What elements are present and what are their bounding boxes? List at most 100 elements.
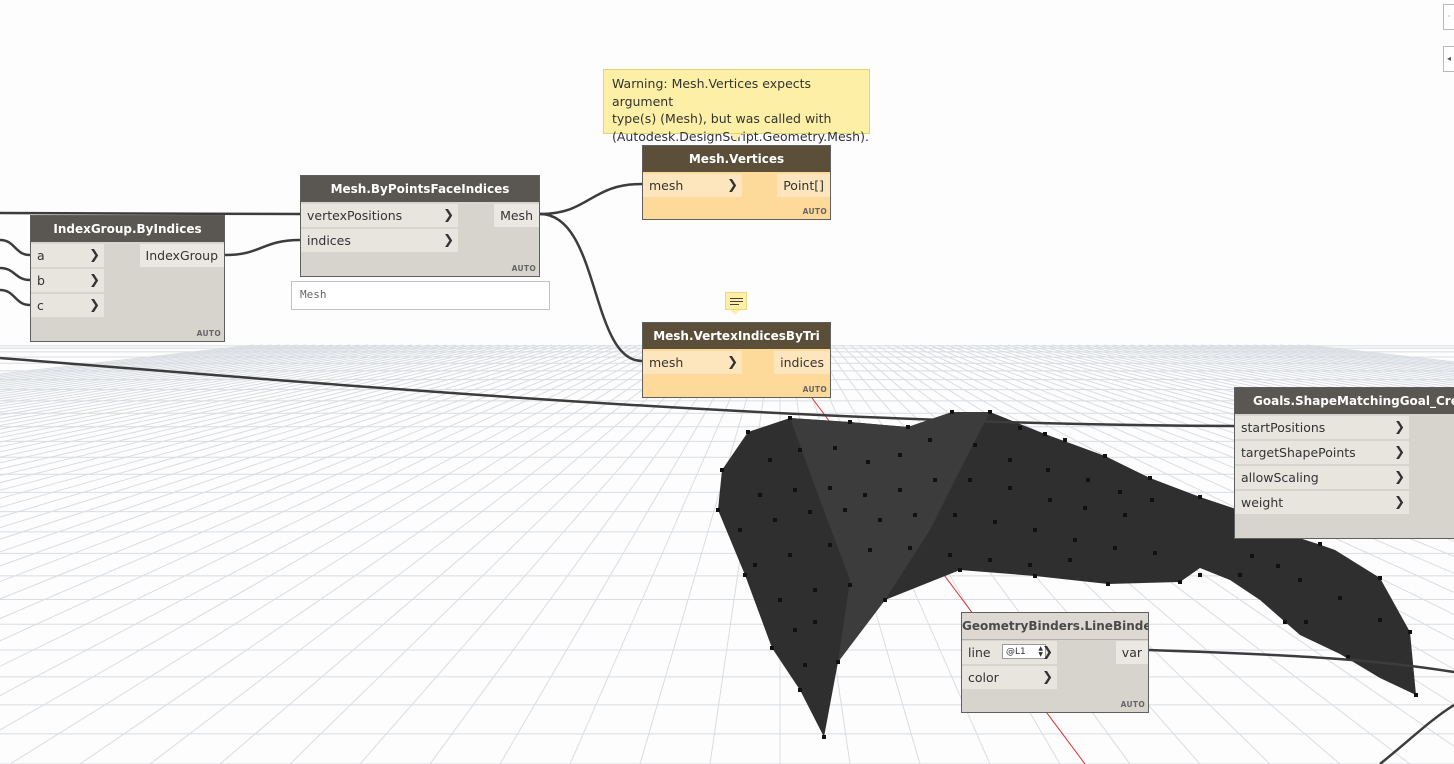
mesh-vertex — [788, 416, 792, 420]
inport-label: mesh — [649, 355, 684, 370]
node-title[interactable]: Goals.ShapeMatchingGoal_Create — [1235, 388, 1454, 414]
mesh-vertex — [968, 478, 972, 482]
chevron-right-icon: ❯ — [1394, 445, 1405, 460]
mesh-vertex — [868, 548, 872, 552]
inport-vertex-positions[interactable]: vertexPositions ❯ — [301, 204, 458, 227]
mesh-vertex — [753, 563, 757, 567]
mesh-vertex — [793, 628, 797, 632]
mesh-vertex — [973, 443, 977, 447]
mesh-vertex — [1250, 554, 1254, 558]
mesh-vertex — [1378, 576, 1382, 580]
grid-line — [0, 344, 430, 419]
node-title[interactable]: Mesh.VertexIndicesByTri — [643, 323, 830, 349]
node-mesh-vertex-indices-by-tri[interactable]: Mesh.VertexIndicesByTri mesh ❯ indices AU… — [642, 322, 831, 398]
node-shape-matching-goal-create[interactable]: Goals.ShapeMatchingGoal_Create startPosi… — [1234, 387, 1454, 539]
warning-tooltip: Warning: Mesh.Vertices expects argument … — [603, 69, 870, 144]
mesh-vertex — [716, 508, 720, 512]
mesh-vertex — [1008, 458, 1012, 462]
node-preview-bubble[interactable]: Mesh — [291, 281, 550, 310]
mesh-vertex — [793, 488, 797, 492]
inport-label: color — [968, 670, 999, 685]
mesh-vertex — [1298, 578, 1302, 582]
mesh-vertex — [1048, 498, 1052, 502]
outport-mesh[interactable]: Mesh — [494, 204, 539, 227]
node-comment-icon[interactable] — [725, 292, 747, 310]
mesh-vertex — [993, 520, 997, 524]
mesh-vertex — [953, 513, 957, 517]
mesh-vertex — [1073, 538, 1077, 542]
mesh-vertex — [1178, 580, 1182, 584]
inport-label: weight — [1241, 495, 1284, 510]
mesh-vertex — [1408, 630, 1412, 634]
wire-bottom-right — [1379, 703, 1454, 764]
outport-var[interactable]: var — [1115, 641, 1148, 664]
mesh-vertex — [720, 468, 724, 472]
mesh-vertex — [758, 493, 762, 497]
inport-b[interactable]: b ❯ — [31, 269, 104, 292]
grid-line — [0, 344, 351, 395]
mesh-vertex — [1198, 573, 1202, 577]
inport-indices[interactable]: indices ❯ — [301, 229, 458, 252]
canvas-collapse-button[interactable]: ◂ — [1443, 46, 1454, 72]
mesh-vertex — [1033, 528, 1037, 532]
grid-line — [499, 344, 746, 764]
mesh-vertex — [988, 558, 992, 562]
inport-allow-scaling[interactable]: allowScaling ❯ — [1235, 466, 1409, 489]
inport-mesh[interactable]: mesh ❯ — [643, 351, 742, 374]
outport-indices[interactable]: indices — [774, 351, 830, 374]
node-title[interactable]: Mesh.ByPointsFaceIndices — [301, 176, 539, 202]
line-index-spinner[interactable]: @L1 ▲ ▼ — [1002, 644, 1046, 659]
mesh-vertex — [828, 486, 832, 490]
chevron-right-icon: ❯ — [1042, 670, 1053, 685]
inport-mesh[interactable]: mesh ❯ — [643, 174, 742, 197]
node-index-group-by-indices[interactable]: IndexGroup.ByIndices a ❯ b ❯ c ❯ IndexGroup… — [30, 215, 225, 342]
inport-label: a — [37, 248, 45, 263]
mesh-vertex — [773, 518, 777, 522]
mesh-vertex — [1086, 478, 1090, 482]
grid-line — [0, 344, 491, 448]
warning-line-2: type(s) (Mesh), but was called with — [612, 111, 832, 126]
node-mesh-by-points-face-indices[interactable]: Mesh.ByPointsFaceIndices vertexPositions… — [300, 175, 540, 277]
inport-line[interactable]: line @L1 ▲ ▼ ❯ — [962, 641, 1057, 664]
wire-mesh-to-vertices — [539, 182, 643, 216]
inport-label: startPositions — [1241, 420, 1326, 435]
mesh-vertex — [1083, 506, 1087, 510]
mesh-vertex — [1198, 495, 1202, 499]
node-title[interactable]: GeometryBinders.LineBinder — [962, 613, 1148, 640]
wire-left-top — [0, 211, 301, 216]
mesh-vertex — [1018, 426, 1022, 430]
mesh-vertex — [813, 588, 817, 592]
inport-c[interactable]: c ❯ — [31, 294, 104, 317]
outport-points[interactable]: Point[] — [777, 174, 830, 197]
inport-a[interactable]: a ❯ — [31, 244, 104, 267]
lacing-label: AUTO — [511, 264, 536, 273]
wire-left-a — [0, 238, 31, 257]
chevron-right-icon: ❯ — [727, 355, 738, 370]
inport-weight[interactable]: weight ❯ — [1235, 491, 1409, 514]
mesh-vertex — [948, 553, 952, 557]
mesh-vertex — [1304, 620, 1308, 624]
node-geometry-binders-line-binder[interactable]: GeometryBinders.LineBinder line @L1 ▲ ▼ … — [961, 612, 1149, 713]
inport-color[interactable]: color ❯ — [962, 666, 1057, 689]
warning-line-1: Warning: Mesh.Vertices expects argument — [612, 76, 812, 109]
wire-left-c — [0, 288, 31, 307]
inport-target-shape-points[interactable]: targetShapePoints ❯ — [1235, 441, 1409, 464]
node-title[interactable]: Mesh.Vertices — [643, 146, 830, 172]
outport-index-group[interactable]: IndexGroup — [139, 244, 224, 267]
inport-label: targetShapePoints — [1241, 445, 1356, 460]
mesh-vertex — [1033, 574, 1037, 578]
inport-start-positions[interactable]: startPositions ❯ — [1235, 416, 1409, 439]
mesh-vertex — [906, 425, 910, 429]
canvas-zoom-toggle-button[interactable]: · — [1443, 4, 1454, 30]
inport-label: b — [37, 273, 45, 288]
wire-mesh-to-vertex-indices — [539, 212, 643, 363]
grid-line — [0, 344, 360, 397]
mesh-vertex — [1028, 563, 1032, 567]
mesh-vertex — [798, 688, 802, 692]
warning-tooltip-pointer — [730, 134, 742, 140]
node-title[interactable]: IndexGroup.ByIndices — [31, 216, 224, 242]
grid-line — [0, 344, 676, 731]
mesh-vertex — [813, 620, 817, 624]
inport-label: allowScaling — [1241, 470, 1319, 485]
node-mesh-vertices[interactable]: Mesh.Vertices mesh ❯ Point[] AUTO — [642, 145, 831, 220]
